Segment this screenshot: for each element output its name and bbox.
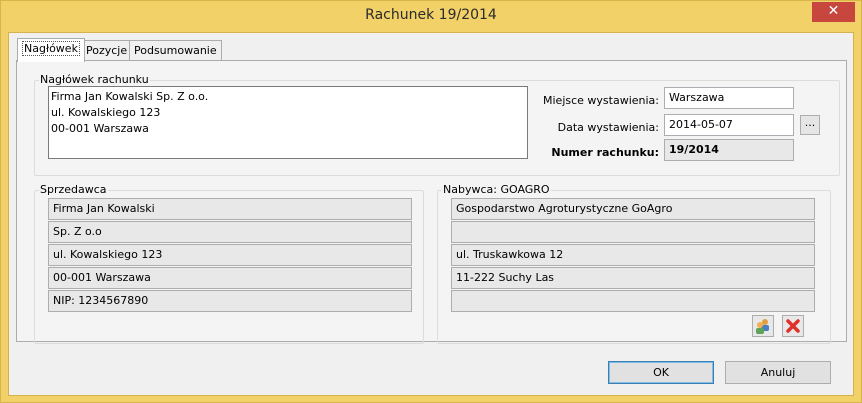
buyer-line (451, 290, 815, 312)
tab-naglowek[interactable]: Nagłówek (17, 38, 85, 62)
tab-panel: Nagłówek rachunku Firma Jan Kowalski Sp.… (16, 60, 847, 344)
remove-buyer-button[interactable] (782, 315, 804, 337)
buyer-line: 11-222 Suchy Las (451, 267, 815, 289)
dialog-window: Rachunek 19/2014 ✕ Nagłówek Pozycje Pods… (0, 0, 862, 403)
tab-podsumowanie[interactable]: Podsumowanie (129, 40, 222, 61)
buyer-line (451, 221, 815, 243)
close-button[interactable]: ✕ (812, 2, 855, 22)
number-label: Numer rachunku: (551, 146, 659, 159)
issuer-address-memo[interactable]: Firma Jan Kowalski Sp. Z o.o. ul. Kowals… (48, 86, 528, 159)
seller-line: Sp. Z o.o (48, 221, 412, 243)
number-field: 19/2014 (664, 139, 794, 161)
ok-button[interactable]: OK (608, 361, 714, 384)
users-icon (756, 319, 769, 334)
dialog-client-area: Nagłówek Pozycje Podsumowanie Nagłówek r… (8, 32, 854, 396)
window-title: Rachunek 19/2014 (365, 7, 497, 23)
select-buyer-button[interactable] (752, 315, 774, 337)
cancel-button[interactable]: Anuluj (725, 361, 831, 384)
buyer-line: ul. Truskawkowa 12 (451, 244, 815, 266)
header-group-label: Nagłówek rachunku (39, 73, 150, 86)
date-field[interactable]: 2014-05-07 (664, 114, 794, 136)
date-label: Data wystawienia: (557, 121, 659, 134)
issuer-line: 00-001 Warszawa (51, 122, 149, 135)
seller-line: NIP: 1234567890 (48, 290, 412, 312)
tab-naglowek-label: Nagłówek (22, 41, 80, 56)
date-picker-button[interactable]: ... (800, 115, 820, 135)
issuer-line: Firma Jan Kowalski Sp. Z o.o. (51, 90, 209, 103)
delete-x-icon (786, 319, 800, 333)
issuer-line: ul. Kowalskiego 123 (51, 106, 161, 119)
seller-line: Firma Jan Kowalski (48, 198, 412, 220)
place-field[interactable]: Warszawa (664, 87, 794, 109)
seller-line: 00-001 Warszawa (48, 267, 412, 289)
tab-pozycje[interactable]: Pozycje (81, 40, 133, 61)
title-bar[interactable]: Rachunek 19/2014 ✕ (1, 1, 861, 32)
seller-group-label: Sprzedawca (39, 183, 108, 196)
place-label: Miejsce wystawienia: (543, 94, 659, 107)
buyer-group-label: Nabywca: GOAGRO (442, 183, 551, 196)
buyer-line: Gospodarstwo Agroturystyczne GoAgro (451, 198, 815, 220)
seller-line: ul. Kowalskiego 123 (48, 244, 412, 266)
